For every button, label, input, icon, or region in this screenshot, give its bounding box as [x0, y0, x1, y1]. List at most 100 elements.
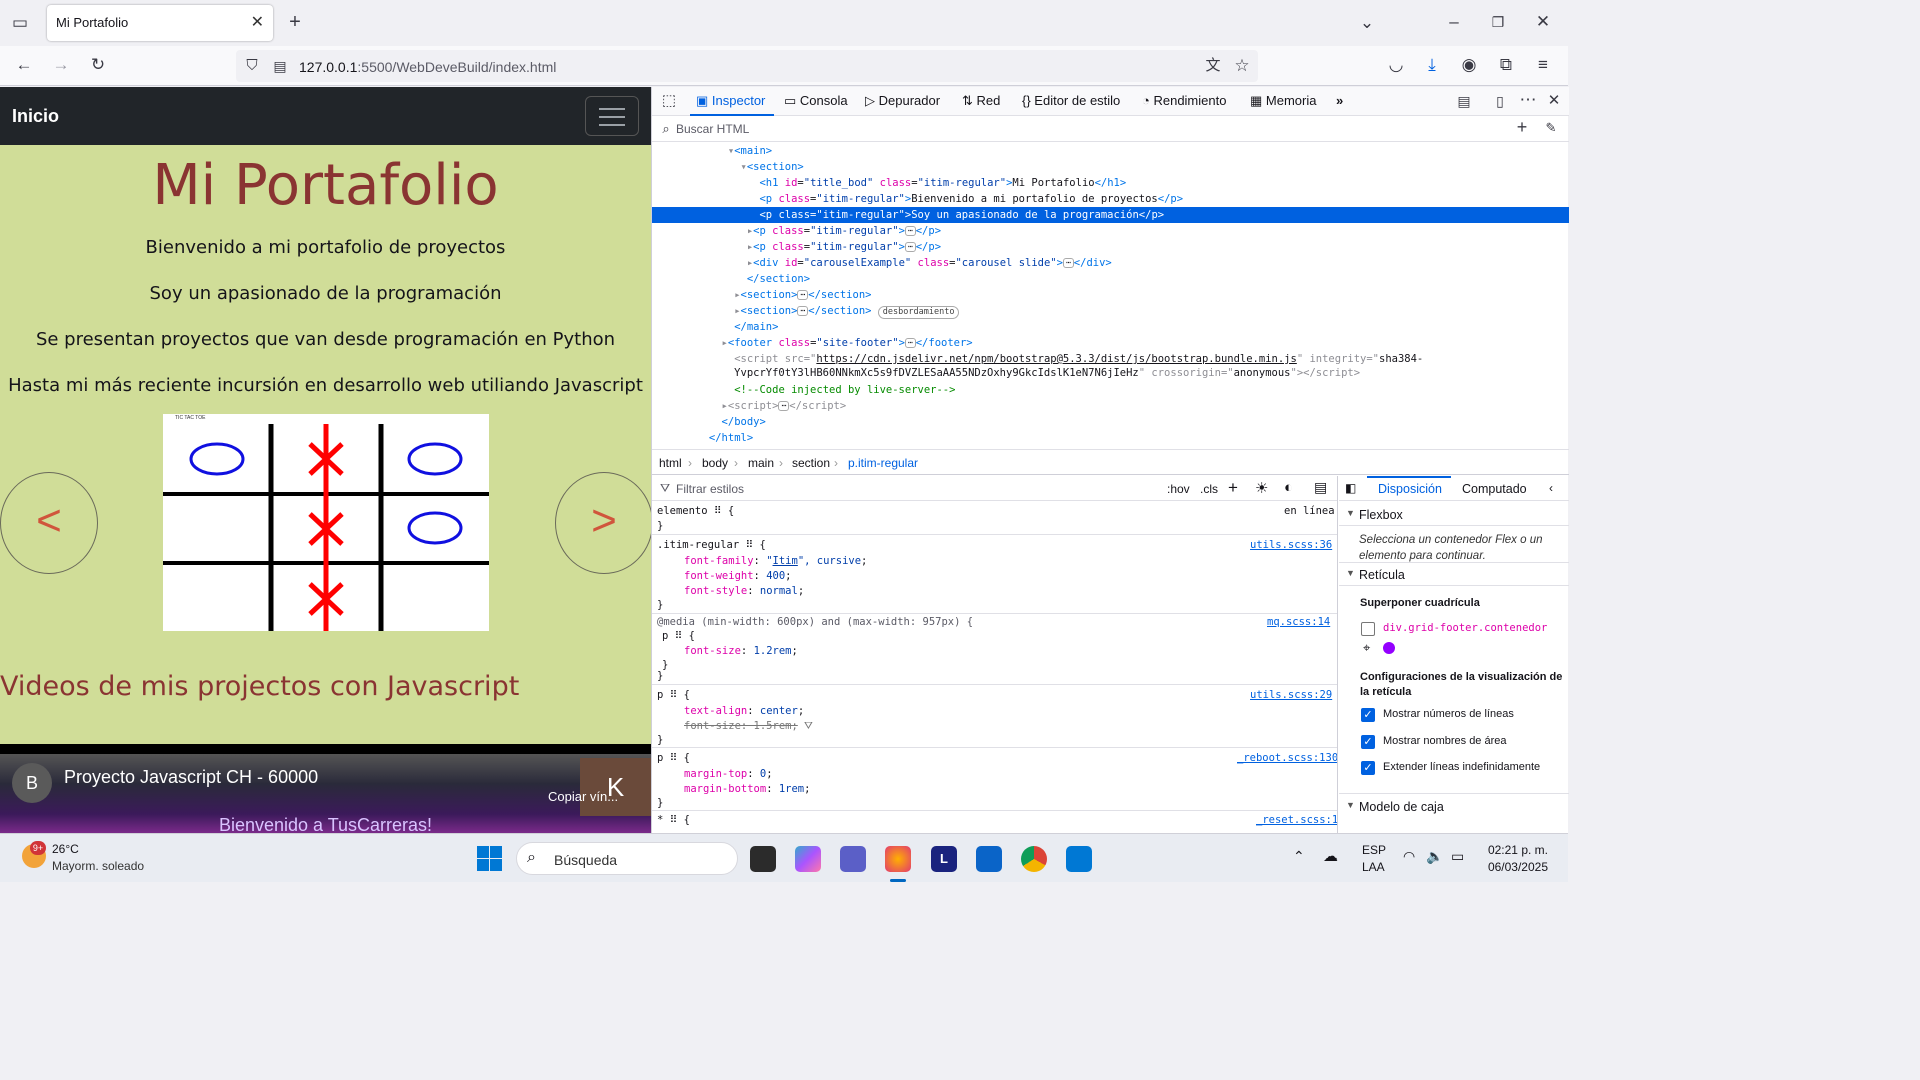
windows-start-icon[interactable]: [477, 846, 502, 871]
copilot-icon[interactable]: [795, 846, 821, 872]
clock-date[interactable]: 06/03/2025: [1484, 860, 1548, 874]
markup-line[interactable]: </section>: [652, 271, 1569, 287]
markup-line[interactable]: <!--Code injected by live-server-->: [652, 382, 1569, 398]
markup-line[interactable]: ▾<main>: [652, 143, 1569, 159]
taskbar-search[interactable]: ⌕ Búsqueda: [516, 842, 738, 875]
rule-element-selector[interactable]: elemento ⠿ {: [657, 505, 734, 517]
markup-line[interactable]: </body>: [652, 414, 1569, 430]
browser-tab[interactable]: Mi Portafolio ✕: [47, 5, 273, 41]
extend-lines-checkbox[interactable]: ✓: [1361, 761, 1375, 775]
dock-icon[interactable]: ▯: [1489, 91, 1511, 111]
bookmark-star-icon[interactable]: ☆: [1231, 56, 1253, 76]
rule-source-link[interactable]: mq.scss:14: [1267, 616, 1330, 628]
translate-icon[interactable]: 文: [1202, 56, 1224, 76]
tab-network[interactable]: ⇅ Red: [962, 93, 1000, 109]
rule-selector[interactable]: * ⠿ {: [657, 814, 690, 826]
breadcrumb-item[interactable]: body: [702, 456, 728, 470]
shield-icon[interactable]: ⛉: [241, 56, 263, 76]
firefox-icon[interactable]: [885, 846, 911, 872]
weather-temp[interactable]: 26°C: [52, 842, 79, 856]
breadcrumb-item[interactable]: main: [748, 456, 774, 470]
element-picker-icon[interactable]: ⬚: [658, 91, 680, 111]
rule-declaration[interactable]: text-align: center;: [684, 705, 804, 717]
rule-source-link[interactable]: utils.scss:36: [1250, 539, 1332, 551]
tab-performance[interactable]: ◔ Rendimiento: [1142, 93, 1226, 108]
html-search-bar[interactable]: ⌕ Buscar HTML + ✎: [652, 116, 1569, 142]
outlook-icon[interactable]: [976, 846, 1002, 872]
grid-section-header[interactable]: ▼ Retícula: [1339, 562, 1569, 586]
tab-console[interactable]: ▭ Consola: [784, 93, 848, 109]
chevron-down-icon[interactable]: ⌄: [1356, 13, 1378, 33]
wifi-icon[interactable]: ◠: [1403, 848, 1415, 865]
markup-line[interactable]: <h1 id="title_bod" class="itim-regular">…: [652, 175, 1569, 191]
url-text[interactable]: 127.0.0.1:5500/WebDeveBuild/index.html: [299, 59, 556, 75]
carousel-next-button[interactable]: >: [555, 472, 651, 574]
show-area-names-checkbox[interactable]: ✓: [1361, 735, 1375, 749]
rule-selector[interactable]: .itim-regular ⠿ {: [657, 539, 766, 551]
vscode-icon[interactable]: [1066, 846, 1092, 872]
video-title[interactable]: Proyecto Javascript CH - 60000: [64, 767, 318, 788]
keyboard-layout[interactable]: LAA: [1362, 860, 1385, 874]
pocket-icon[interactable]: ◡: [1385, 55, 1407, 75]
hamburger-menu-button[interactable]: [585, 96, 639, 136]
markup-line[interactable]: ▸<footer class="site-footer"> ⋯ </footer>: [652, 335, 1569, 351]
weather-status[interactable]: Mayorm. soleado: [52, 859, 144, 873]
battery-icon[interactable]: ▭: [1451, 848, 1464, 865]
new-tab-icon[interactable]: +: [284, 12, 306, 32]
teams-icon[interactable]: [840, 846, 866, 872]
markup-line-selected[interactable]: <p class="itim-regular">Soy un apasionad…: [652, 207, 1569, 223]
breadcrumb-item[interactable]: html: [659, 456, 682, 470]
markup-line[interactable]: </main>: [652, 319, 1569, 335]
minimize-icon[interactable]: –: [1443, 12, 1465, 32]
account-icon[interactable]: ◉: [1458, 55, 1480, 75]
downloads-icon[interactable]: ⤓: [1421, 55, 1443, 75]
tab-list-icon[interactable]: ▭: [9, 13, 31, 33]
add-rule-icon[interactable]: +: [1228, 478, 1238, 498]
filter-icon[interactable]: ⛛: [804, 720, 813, 733]
breadcrumb-item[interactable]: section: [792, 456, 830, 470]
split-console-icon[interactable]: ▤: [1453, 91, 1475, 111]
video-embed[interactable]: B Proyecto Javascript CH - 60000 ⧉ K Cop…: [0, 744, 651, 833]
rule-declaration[interactable]: font-weight: 400;: [684, 570, 792, 582]
light-scheme-icon[interactable]: ☀: [1255, 479, 1268, 497]
grid-color-swatch[interactable]: [1383, 642, 1395, 654]
markup-line[interactable]: ▸<div id="carouselExample" class="carous…: [652, 255, 1569, 271]
tab-computed[interactable]: Computado: [1462, 482, 1527, 496]
rule-source-link[interactable]: utils.scss:29: [1250, 689, 1332, 701]
rule-declaration[interactable]: font-family: "Itim", cursive;: [684, 555, 867, 567]
close-devtools-icon[interactable]: ✕: [1543, 91, 1565, 111]
close-tab-icon[interactable]: ✕: [251, 12, 264, 32]
markup-line[interactable]: ▸<script> ⋯ </script>: [652, 398, 1569, 414]
chevron-up-icon[interactable]: ⌃: [1293, 848, 1305, 865]
rule-declaration[interactable]: margin-top: 0;: [684, 768, 773, 780]
markup-line[interactable]: YvpcrYf0tY3lHB60NNkmXc5s9fDVZLESaAA55NDz…: [652, 365, 1569, 381]
dark-scheme-icon[interactable]: ◐: [1284, 479, 1293, 496]
rule-declaration[interactable]: margin-bottom: 1rem;: [684, 783, 810, 795]
language-code[interactable]: ESP: [1362, 843, 1386, 857]
rule-selector[interactable]: p ⠿ {: [657, 689, 690, 701]
filter-styles-input[interactable]: Filtrar estilos: [676, 482, 744, 496]
hov-toggle[interactable]: :hov: [1167, 482, 1190, 496]
rule-selector[interactable]: p ⠿ {: [662, 630, 695, 642]
more-tabs-icon[interactable]: ‹: [1549, 481, 1553, 495]
markup-line[interactable]: <p class="itim-regular">Bienvenido a mi …: [652, 191, 1569, 207]
rule-declaration[interactable]: font-size: 1.2rem;: [684, 645, 798, 657]
forward-icon[interactable]: →: [50, 55, 72, 75]
l-app-icon[interactable]: L: [931, 846, 957, 872]
tab-debugger[interactable]: ▷ Depurador: [865, 93, 940, 109]
devtools-options-icon[interactable]: ⋯: [1517, 90, 1539, 110]
navbar-brand[interactable]: Inicio: [12, 106, 59, 127]
tab-layout[interactable]: Disposición: [1378, 482, 1442, 496]
flexbox-section-header[interactable]: ▼ Flexbox: [1339, 502, 1569, 526]
carousel-prev-button[interactable]: <: [0, 472, 98, 574]
grid-item-selector[interactable]: div.grid-footer.contenedor: [1383, 622, 1547, 634]
show-line-numbers-checkbox[interactable]: ✓: [1361, 708, 1375, 722]
volume-icon[interactable]: 🔈: [1426, 848, 1443, 865]
chrome-icon[interactable]: [1021, 846, 1047, 872]
maximize-icon[interactable]: ❐: [1487, 12, 1509, 32]
add-node-icon[interactable]: +: [1511, 117, 1533, 137]
markup-line[interactable]: ▸<p class="itim-regular"> ⋯ </p>: [652, 239, 1569, 255]
eyedropper-icon[interactable]: ✎: [1540, 118, 1562, 138]
sidebar-toggle-icon[interactable]: ◧: [1345, 481, 1356, 495]
extensions-icon[interactable]: ⧉: [1495, 55, 1517, 75]
